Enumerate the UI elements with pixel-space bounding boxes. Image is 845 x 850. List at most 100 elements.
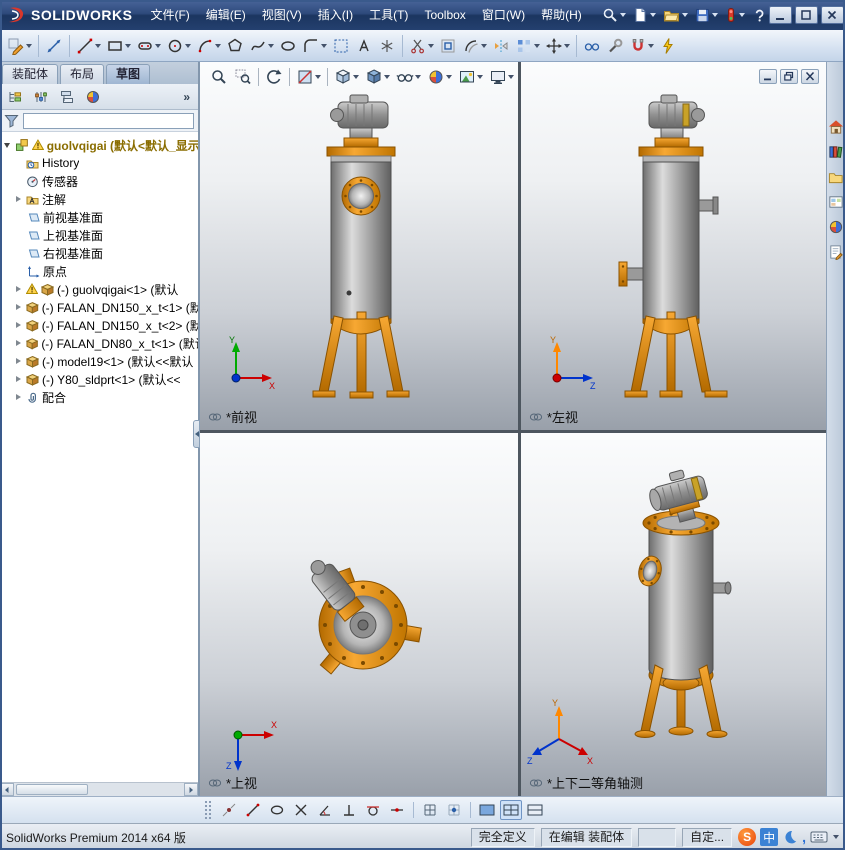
point-snap-button[interactable]: [218, 800, 240, 820]
customize-statusbar-button[interactable]: 自定...: [682, 827, 733, 847]
polygon-button[interactable]: [224, 33, 246, 59]
tree-item-component-model19[interactable]: (-) model19<1> (默认<<默认: [0, 352, 198, 370]
menu-help[interactable]: 帮助(H): [533, 0, 590, 30]
fillet-button[interactable]: [300, 33, 329, 59]
toolbar-grip[interactable]: [205, 801, 211, 819]
viewport-front[interactable]: Y X *前视: [200, 62, 518, 430]
feature-tree-filter-input[interactable]: [23, 112, 194, 129]
tree-item-top-plane[interactable]: 上视基准面: [0, 226, 198, 244]
tree-item-right-plane[interactable]: 右视基准面: [0, 244, 198, 262]
view-orientation-button[interactable]: [332, 66, 361, 88]
linear-pattern-button[interactable]: [513, 33, 542, 59]
scroll-right-button[interactable]: [184, 783, 198, 796]
ime-chinese-mode-button[interactable]: 中: [760, 828, 779, 846]
expander-icon[interactable]: [14, 357, 23, 366]
tree-item-sensors[interactable]: 传感器: [0, 172, 198, 190]
line-button[interactable]: [74, 33, 103, 59]
view-palette-button[interactable]: [827, 193, 845, 211]
file-explorer-button[interactable]: [827, 168, 845, 186]
construction-frame-button[interactable]: [330, 33, 352, 59]
repair-sketch-button[interactable]: [604, 33, 626, 59]
displaymanager-tab-button[interactable]: [82, 86, 104, 108]
viewport-isometric[interactable]: Y X Z *上下二等角轴测: [521, 433, 826, 796]
hide-show-items-button[interactable]: [394, 66, 423, 88]
rapid-sketch-button[interactable]: [657, 33, 679, 59]
view-settings-button[interactable]: [487, 66, 516, 88]
tree-item-component-y80[interactable]: (-) Y80_sldprt<1> (默认<<: [0, 370, 198, 388]
doc-close-button[interactable]: [801, 69, 819, 84]
viewport-two-horizontal-button[interactable]: [524, 800, 546, 820]
quick-snaps-button[interactable]: [627, 33, 656, 59]
move-button[interactable]: [543, 33, 572, 59]
display-style-button[interactable]: [363, 66, 392, 88]
menu-toolbox[interactable]: Toolbox: [416, 0, 473, 30]
smart-dimension-button[interactable]: [43, 33, 65, 59]
save-button[interactable]: [693, 4, 720, 26]
edit-appearance-button[interactable]: [425, 66, 454, 88]
close-button[interactable]: [820, 6, 844, 24]
expander-icon[interactable]: [14, 303, 23, 312]
expander-icon[interactable]: [14, 321, 23, 330]
tree-item-front-plane[interactable]: 前视基准面: [0, 208, 198, 226]
menu-view[interactable]: 视图(V): [254, 0, 310, 30]
tree-item-assembly-root[interactable]: guolvqigai (默认<默认_显示: [0, 136, 198, 154]
viewport-left[interactable]: Y Z *左视: [521, 62, 826, 430]
circle-button[interactable]: [164, 33, 193, 59]
viewport-vertical-divider[interactable]: [518, 62, 521, 796]
ime-punctuation-button[interactable]: ,: [802, 829, 806, 845]
grid-snap-button[interactable]: [419, 800, 441, 820]
help-button[interactable]: [750, 4, 769, 26]
configurationmanager-tab-button[interactable]: [56, 86, 78, 108]
expander-icon[interactable]: [14, 339, 23, 348]
doc-minimize-button[interactable]: [759, 69, 777, 84]
minimize-button[interactable]: [768, 6, 792, 24]
point-button[interactable]: [376, 33, 398, 59]
angle-snap-button[interactable]: [314, 800, 336, 820]
perpendicular-snap-button[interactable]: [338, 800, 360, 820]
spline-button[interactable]: [247, 33, 276, 59]
rectangle-button[interactable]: [104, 33, 133, 59]
panel-splitter[interactable]: [193, 420, 200, 448]
doc-restore-button[interactable]: [780, 69, 798, 84]
panel-horizontal-scrollbar[interactable]: [0, 782, 198, 796]
tree-item-component-falan-dn150-2[interactable]: (-) FALAN_DN150_x_t<2> (默: [0, 316, 198, 334]
convert-entities-button[interactable]: [437, 33, 459, 59]
viewport-single-button[interactable]: [476, 800, 498, 820]
solidworks-resources-button[interactable]: [827, 118, 845, 136]
mirror-button[interactable]: [490, 33, 512, 59]
tree-item-origin[interactable]: 原点: [0, 262, 198, 280]
featuremanager-tab-button[interactable]: [4, 86, 26, 108]
trim-button[interactable]: [407, 33, 436, 59]
line-snap-button[interactable]: [242, 800, 264, 820]
midpoint-snap-button[interactable]: [386, 800, 408, 820]
tree-item-component-guolvqigai[interactable]: (-) guolvqigai<1> (默认: [0, 280, 198, 298]
ellipse-snap-button[interactable]: [266, 800, 288, 820]
tangent-snap-button[interactable]: [362, 800, 384, 820]
tab-layout[interactable]: 布局: [60, 64, 105, 84]
slot-button[interactable]: [134, 33, 163, 59]
rebuild-button[interactable]: [723, 4, 747, 26]
display-relations-button[interactable]: [581, 33, 603, 59]
expander-icon[interactable]: [14, 393, 23, 402]
viewport-top[interactable]: X Z *上视: [200, 433, 518, 796]
ime-keyboard-icon[interactable]: [810, 830, 828, 844]
previous-view-button[interactable]: [263, 66, 285, 88]
open-button[interactable]: [661, 4, 690, 26]
sogou-ime-icon[interactable]: S: [738, 828, 757, 846]
appearances-button[interactable]: [827, 218, 845, 236]
viewport-horizontal-divider[interactable]: [200, 430, 826, 433]
new-document-button[interactable]: [631, 4, 658, 26]
offset-button[interactable]: [460, 33, 489, 59]
tree-item-annotations[interactable]: 注解: [0, 190, 198, 208]
expander-icon[interactable]: [14, 285, 23, 294]
propertymanager-tab-button[interactable]: [30, 86, 52, 108]
maximize-button[interactable]: [794, 6, 818, 24]
scroll-left-button[interactable]: [0, 783, 14, 796]
tree-item-mates[interactable]: 配合: [0, 388, 198, 406]
tree-item-component-falan-dn150-1[interactable]: (-) FALAN_DN150_x_t<1> (默: [0, 298, 198, 316]
zoom-fit-button[interactable]: [208, 66, 230, 88]
intersection-snap-button[interactable]: [290, 800, 312, 820]
tree-item-component-falan-dn80[interactable]: (-) FALAN_DN80_x_t<1> (默认: [0, 334, 198, 352]
menu-window[interactable]: 窗口(W): [474, 0, 533, 30]
text-button[interactable]: [353, 33, 375, 59]
